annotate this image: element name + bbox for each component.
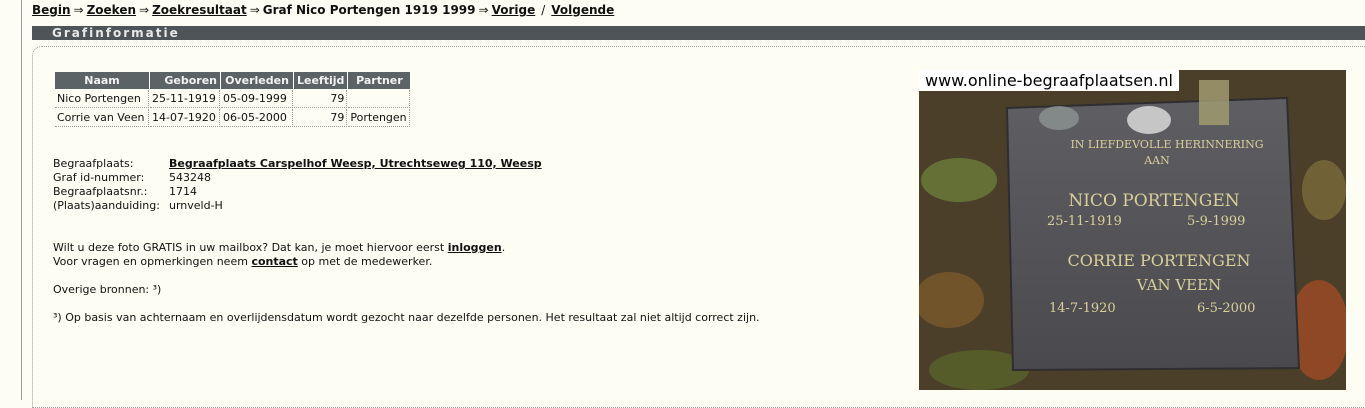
contact-link[interactable]: contact [251, 255, 297, 268]
breadcrumb-zoeken-link[interactable]: Zoeken [87, 3, 136, 17]
section-title-bar: Grafinformatie [32, 26, 1365, 40]
contact-text-end: op met de medewerker. [297, 255, 433, 268]
column-header-naam: Naam [55, 72, 149, 89]
mail-text: Wilt u deze foto GRATIS in uw mailbox? D… [53, 241, 448, 254]
watermark-label: www.online-begraafplaatsen.nl [919, 70, 1179, 91]
cell-overleden: 06-05-2000 [221, 109, 293, 127]
grave-table: Naam Geboren Overleden Leeftijd Partner … [54, 71, 411, 128]
stone-name-1: NICO PORTENGEN [1068, 191, 1239, 211]
detail-row-begraafplaatsnr: Begraafplaatsnr.: 1714 [53, 185, 542, 199]
stone-name-2b: VAN VEEN [1136, 276, 1221, 294]
detail-label: Begraafplaatsnr.: [53, 185, 148, 198]
vorige-link[interactable]: Vorige [492, 3, 536, 17]
detail-row-aanduiding: (Plaats)aanduiding: urnveld-H [53, 199, 542, 213]
breadcrumb-arrow: ⇒ [73, 3, 84, 17]
detail-label: Graf id-nummer: [53, 171, 145, 184]
breadcrumb: Begin ⇒ Zoeken ⇒ Zoekresultaat ⇒ Graf Nico Por… [32, 3, 614, 17]
table-header-row: Naam Geboren Overleden Leeftijd Partner [55, 72, 411, 89]
detail-row-begraafplaats: Begraafplaats: Begraafplaats Carspelhof W… [53, 157, 542, 171]
other-sources-text: Overige bronnen: ³) [53, 283, 162, 296]
stone-date-1b: 5-9-1999 [1187, 214, 1245, 229]
breadcrumb-current: Graf Nico Portengen 1919 1999 [262, 3, 476, 17]
detail-value: 543248 [169, 171, 211, 184]
detail-value: urnveld-H [169, 199, 223, 212]
mail-photo-text: Wilt u deze foto GRATIS in uw mailbox? D… [53, 241, 760, 255]
cell-naam: Corrie van Veen [55, 109, 149, 127]
breadcrumb-separator: / [541, 3, 546, 17]
column-header-geboren: Geboren [150, 72, 220, 89]
detail-label: Begraafplaats: [53, 157, 134, 170]
left-margin-rule [0, 0, 22, 400]
table-row: Nico Portengen 25-11-1919 05-09-1999 79 [55, 90, 411, 108]
cell-leeftijd: 79 [294, 109, 348, 127]
cell-geboren: 25-11-1919 [150, 90, 220, 108]
stone-date-2b: 6-5-2000 [1197, 301, 1255, 316]
grave-details: Begraafplaats: Begraafplaats Carspelhof W… [53, 157, 542, 213]
cell-overleden: 05-09-1999 [221, 90, 293, 108]
stone-date-1a: 25-11-1919 [1047, 214, 1122, 229]
detail-row-graf-id: Graf id-nummer: 543248 [53, 171, 542, 185]
column-header-partner: Partner [348, 72, 411, 89]
login-link[interactable]: inloggen [448, 241, 502, 254]
cell-naam: Nico Portengen [55, 90, 149, 108]
footnote-text: ³) Op basis van achternaam en overlijden… [53, 311, 760, 324]
volgende-link[interactable]: Volgende [551, 3, 614, 17]
breadcrumb-arrow: ⇒ [478, 3, 489, 17]
gravestone-image: IN LIEFDEVOLLE HERINNERING AAN NICO PORT… [919, 70, 1346, 390]
breadcrumb-arrow: ⇒ [139, 3, 150, 17]
contact-text: Voor vragen en opmerkingen neem contact … [53, 255, 760, 269]
breadcrumb-begin-link[interactable]: Begin [32, 3, 71, 17]
contact-text-start: Voor vragen en opmerkingen neem [53, 255, 252, 268]
cell-leeftijd: 79 [294, 90, 348, 108]
stone-line-2: AAN [1143, 154, 1170, 167]
breadcrumb-zoekresultaat-link[interactable]: Zoekresultaat [152, 3, 247, 17]
stone-name-2: CORRIE PORTENGEN [1068, 251, 1251, 270]
detail-label: (Plaats)aanduiding: [53, 199, 160, 212]
column-header-overleden: Overleden [221, 72, 293, 89]
section-title: Grafinformatie [52, 26, 180, 40]
cell-partner [348, 90, 411, 108]
stone-date-2a: 14-7-1920 [1049, 301, 1116, 316]
grave-photo[interactable]: IN LIEFDEVOLLE HERINNERING AAN NICO PORT… [919, 70, 1346, 390]
info-texts: Wilt u deze foto GRATIS in uw mailbox? D… [53, 241, 760, 325]
stone-line-1: IN LIEFDEVOLLE HERINNERING [1070, 138, 1263, 151]
cemetery-link[interactable]: Begraafplaats Carspelhof Weesp, Utrechts… [169, 157, 542, 170]
breadcrumb-arrow: ⇒ [249, 3, 260, 17]
column-header-leeftijd: Leeftijd [294, 72, 348, 89]
cell-geboren: 14-07-1920 [150, 109, 220, 127]
table-row: Corrie van Veen 14-07-1920 06-05-2000 79… [55, 109, 411, 127]
cell-partner: Portengen [348, 109, 411, 127]
detail-value: 1714 [169, 185, 197, 198]
mail-text-end: . [501, 241, 506, 254]
